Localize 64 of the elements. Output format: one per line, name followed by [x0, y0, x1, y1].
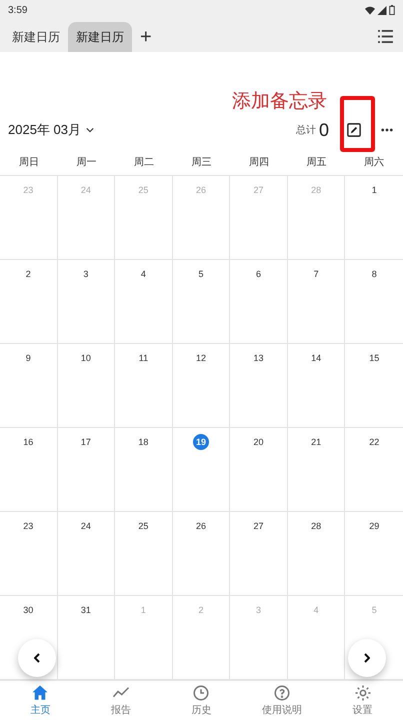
day-number[interactable]: 30 — [20, 602, 36, 618]
day-number[interactable]: 5 — [192, 266, 209, 282]
edit-icon[interactable] — [347, 123, 361, 137]
signal-icon — [377, 6, 387, 14]
day-number[interactable]: 21 — [308, 434, 324, 450]
day-number[interactable]: 2 — [20, 266, 36, 282]
day-number[interactable]: 31 — [78, 602, 94, 618]
day-number[interactable]: 14 — [308, 350, 324, 366]
day-number[interactable]: 23 — [20, 518, 36, 534]
day-number[interactable]: 22 — [366, 434, 382, 450]
day-number[interactable]: 10 — [78, 350, 94, 366]
day-number[interactable]: 27 — [250, 518, 267, 534]
day-number[interactable]: 4 — [135, 266, 152, 282]
highlight-frame — [340, 96, 375, 152]
calendar-tab[interactable]: 新建日历 — [4, 22, 68, 52]
day-number[interactable]: 18 — [135, 434, 152, 450]
calendar-tab[interactable]: 新建日历 — [68, 22, 132, 52]
battery-icon — [389, 5, 395, 15]
weekday-label: 周日 — [18, 156, 39, 169]
day-number[interactable]: 25 — [135, 518, 152, 534]
nav-tab[interactable]: 主页 — [0, 681, 81, 720]
day-number[interactable]: 8 — [366, 266, 382, 282]
nav-tab[interactable]: 设置 — [322, 681, 403, 720]
day-number[interactable]: 29 — [366, 518, 382, 534]
weekday-label: 周二 — [134, 156, 154, 169]
nav-tab[interactable]: 使用说明 — [242, 681, 322, 720]
chevron-down-icon — [86, 127, 94, 133]
day-number[interactable]: 16 — [20, 434, 36, 450]
day-number[interactable]: 26 — [192, 518, 209, 534]
day-number[interactable]: 15 — [366, 350, 382, 366]
wifi-icon — [365, 6, 375, 14]
day-number[interactable]: 7 — [308, 266, 324, 282]
weekday-label: 周一 — [76, 156, 96, 169]
day-number[interactable]: 20 — [250, 434, 267, 450]
chevron-right-icon — [364, 653, 370, 663]
help-icon — [273, 684, 292, 702]
day-number[interactable]: 12 — [192, 350, 209, 366]
total-count: 0 — [318, 120, 329, 140]
day-number[interactable]: 1 — [366, 182, 382, 198]
add-tab-button[interactable]: + — [132, 22, 160, 52]
day-number[interactable]: 19 — [192, 434, 209, 450]
clock-icon — [192, 684, 210, 702]
status-time: 3:59 — [8, 4, 28, 16]
day-number[interactable]: 17 — [78, 434, 94, 450]
nav-tab[interactable]: 历史 — [161, 681, 242, 720]
total-label: 总计 — [296, 124, 316, 137]
annotation-text: 添加备忘录 — [232, 89, 327, 114]
day-number[interactable]: 24 — [78, 518, 94, 534]
day-number[interactable]: 9 — [20, 350, 36, 366]
month-selector[interactable]: 2025年 03月 — [8, 121, 94, 139]
list-icon[interactable] — [378, 30, 393, 43]
more-icon[interactable] — [381, 128, 393, 132]
weekday-label: 周五 — [306, 156, 327, 169]
weekday-label: 周四 — [249, 156, 270, 169]
day-number[interactable]: 11 — [135, 350, 152, 366]
day-number[interactable]: 3 — [78, 266, 94, 282]
day-number[interactable]: 6 — [250, 266, 267, 282]
nav-tab[interactable]: 报告 — [80, 681, 162, 720]
day-number[interactable]: 13 — [250, 350, 267, 366]
chevron-left-icon — [34, 653, 40, 663]
home-icon — [31, 684, 50, 702]
day-number[interactable]: 28 — [308, 518, 324, 534]
weekday-label: 周三 — [191, 156, 212, 169]
weekday-label: 周六 — [364, 156, 384, 169]
